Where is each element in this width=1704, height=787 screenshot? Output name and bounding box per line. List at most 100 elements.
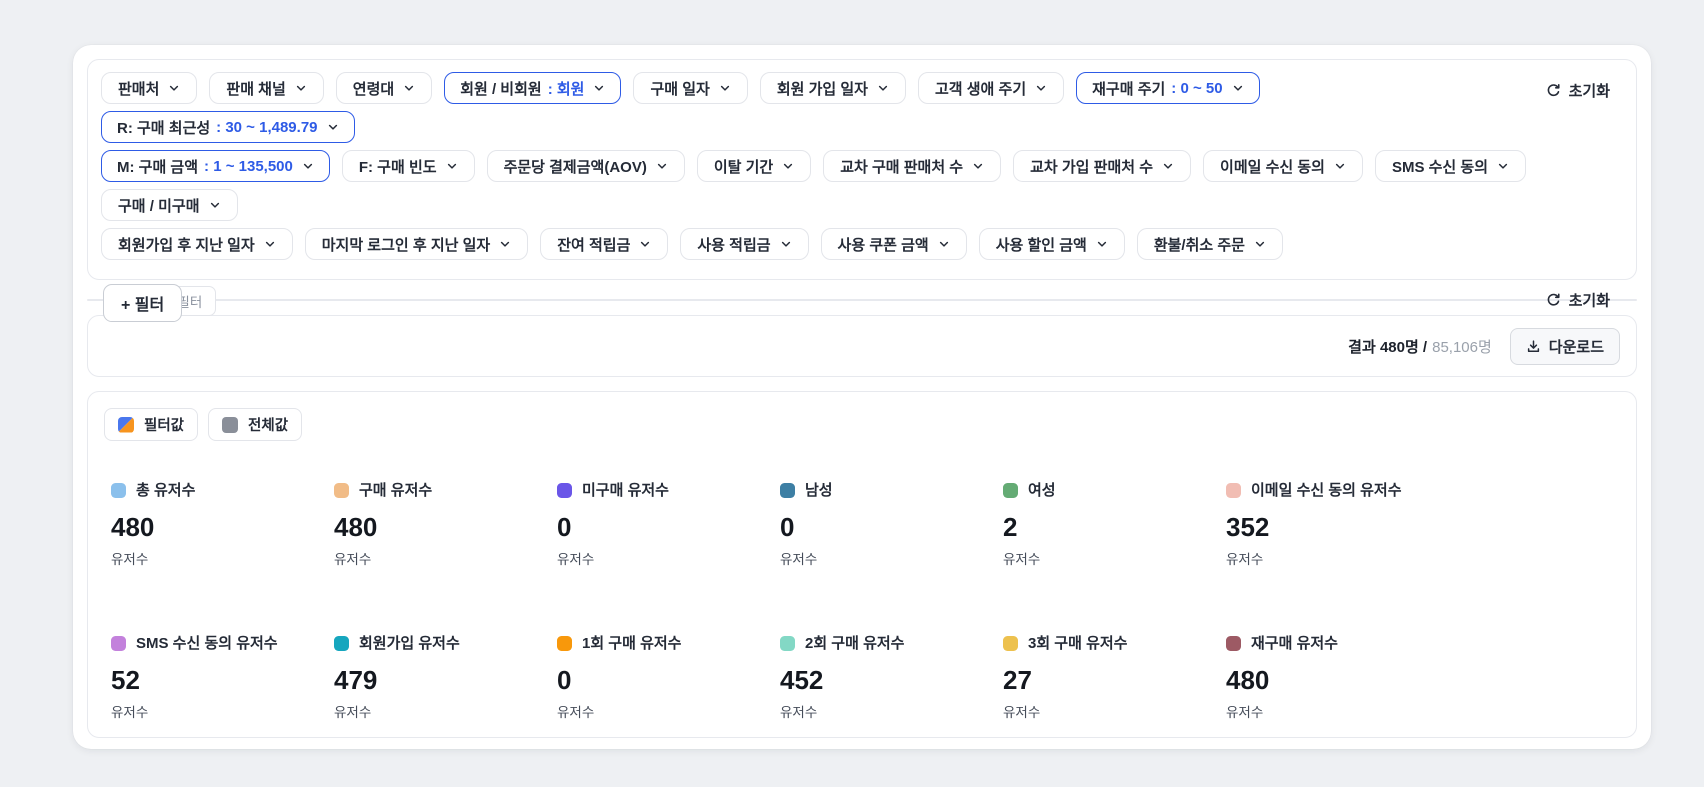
metric-value: 480 bbox=[334, 512, 378, 542]
chevron-down-icon bbox=[210, 202, 219, 208]
filter-chip-sales-channel[interactable]: 판매 채널 bbox=[209, 72, 324, 104]
filter-chip-refund-cancel-orders[interactable]: 환불/취소 주문 bbox=[1136, 228, 1283, 260]
metric-card-repurchase-users: 재구매 유저수 480 유저수 bbox=[1226, 634, 1620, 721]
reset-label: 초기화 bbox=[1568, 292, 1610, 310]
filter-chip-label: 재구매 주기 bbox=[1092, 80, 1166, 98]
legend-total-value-button[interactable]: 전체값 bbox=[208, 408, 303, 441]
filter-row-1: 판매처 판매 채널 연령대 회원 / 비회원 : 회원 구매 일자 회원 가입 … bbox=[101, 72, 1623, 143]
add-filter-button[interactable]: + 필터 bbox=[103, 284, 183, 323]
filter-chip-cross-purchase-sellers[interactable]: 교차 구매 판매처 수 bbox=[823, 150, 1002, 182]
main-card: 판매처 판매 채널 연령대 회원 / 비회원 : 회원 구매 일자 회원 가입 … bbox=[73, 45, 1651, 749]
filter-chip-aov[interactable]: 주문당 결제금액(AOV) bbox=[486, 150, 685, 182]
chevron-down-icon bbox=[328, 124, 337, 130]
metric-dot bbox=[780, 636, 795, 651]
metric-sublabel: 유저수 bbox=[1003, 705, 1041, 720]
metric-sublabel: 유저수 bbox=[1003, 552, 1041, 567]
filter-chip-used-points[interactable]: 사용 적립금 bbox=[680, 228, 809, 260]
chevron-down-icon bbox=[1163, 163, 1173, 169]
metric-value: 352 bbox=[1226, 512, 1270, 542]
metric-value: 480 bbox=[1226, 665, 1270, 695]
filter-chip-label: F: 구매 빈도 bbox=[358, 158, 437, 176]
legend-row: 필터값 전체값 bbox=[104, 408, 1620, 441]
filter-chip-label: 이메일 수신 동의 bbox=[1220, 158, 1325, 176]
filter-chip-label: 사용 할인 금액 bbox=[995, 236, 1087, 254]
filter-chip-frequency[interactable]: F: 구매 빈도 bbox=[341, 150, 475, 182]
metric-card-total-users: 총 유저수 480 유저수 bbox=[111, 481, 334, 568]
metric-value: 480 bbox=[111, 512, 155, 542]
segment-filter-panel: 세그먼트 필터 + 필터 초기화 bbox=[87, 284, 1637, 323]
filter-chip-sms-optin[interactable]: SMS 수신 동의 bbox=[1374, 150, 1526, 182]
download-button[interactable]: 다운로드 bbox=[1509, 327, 1620, 365]
metric-dot bbox=[1003, 636, 1018, 651]
download-label: 다운로드 bbox=[1548, 338, 1604, 356]
filter-chip-label: SMS 수신 동의 bbox=[1391, 158, 1488, 176]
filter-panel: 판매처 판매 채널 연령대 회원 / 비회원 : 회원 구매 일자 회원 가입 … bbox=[87, 59, 1637, 280]
filter-chip-remaining-points[interactable]: 잔여 적립금 bbox=[540, 228, 669, 260]
metric-card-signup-users: 회원가입 유저수 479 유저수 bbox=[334, 634, 557, 721]
filter-chip-seller[interactable]: 판매처 bbox=[101, 72, 198, 104]
filter-chip-label: 판매 채널 bbox=[226, 80, 286, 98]
filter-chip-signup-date[interactable]: 회원 가입 일자 bbox=[759, 72, 906, 104]
metric-sublabel: 유저수 bbox=[780, 552, 818, 567]
chevron-down-icon bbox=[265, 241, 274, 247]
metric-dot bbox=[111, 483, 126, 498]
metric-card-purchased-users: 구매 유저수 480 유저수 bbox=[334, 481, 557, 568]
filter-chip-days-since-signup[interactable]: 회원가입 후 지난 일자 bbox=[101, 228, 293, 260]
filter-chip-recency[interactable]: R: 구매 최근성 : 30 ~ 1,489.79 bbox=[101, 111, 355, 143]
metric-card-sms-optin-users: SMS 수신 동의 유저수 52 유저수 bbox=[111, 634, 334, 721]
filters-reset-button[interactable]: 초기화 bbox=[1546, 80, 1610, 101]
filter-chip-value: : 30 ~ 1,489.79 bbox=[216, 118, 318, 136]
metric-card-non-purchased-users: 미구매 유저수 0 유저수 bbox=[557, 481, 780, 568]
metric-label: 이메일 수신 동의 유저수 bbox=[1251, 482, 1402, 499]
chevron-down-icon bbox=[595, 85, 604, 91]
metric-card-two-time-buyers: 2회 구매 유저수 452 유저수 bbox=[780, 634, 1003, 721]
metric-dot bbox=[557, 483, 572, 498]
result-total: 85,106명 bbox=[1432, 338, 1492, 356]
filter-chip-label: 고객 생애 주기 bbox=[934, 80, 1027, 98]
chevron-down-icon bbox=[720, 85, 729, 91]
filter-chip-label: R: 구매 최근성 bbox=[117, 119, 211, 137]
filter-chip-days-since-last-login[interactable]: 마지막 로그인 후 지난 일자 bbox=[304, 228, 529, 260]
filter-chip-membership[interactable]: 회원 / 비회원 : 회원 bbox=[444, 72, 622, 104]
filter-chip-email-optin[interactable]: 이메일 수신 동의 bbox=[1203, 150, 1363, 182]
metric-sublabel: 유저수 bbox=[557, 705, 595, 720]
metric-label: 3회 구매 유저수 bbox=[1028, 635, 1128, 652]
filter-chip-purchase-status[interactable]: 구매 / 미구매 bbox=[101, 189, 238, 221]
metric-value: 452 bbox=[780, 665, 824, 695]
metric-label: 총 유저수 bbox=[136, 482, 196, 499]
metric-sublabel: 유저수 bbox=[1226, 552, 1264, 567]
filter-chip-repurchase-cycle[interactable]: 재구매 주기 : 0 ~ 50 bbox=[1076, 72, 1260, 104]
legend-filter-value-button[interactable]: 필터값 bbox=[104, 408, 199, 441]
legend-label: 필터값 bbox=[144, 418, 185, 434]
filter-chip-label: 주문당 결제금액(AOV) bbox=[503, 158, 647, 176]
result-count: 결과 480명 / bbox=[1348, 338, 1428, 356]
metric-grid: 총 유저수 480 유저수 구매 유저수 480 유저수 미구매 유저수 0 유… bbox=[111, 481, 1620, 721]
filter-chip-label: M: 구매 금액 bbox=[117, 158, 199, 176]
filter-chip-used-discount-amount[interactable]: 사용 할인 금액 bbox=[978, 228, 1125, 260]
metric-card-female: 여성 2 유저수 bbox=[1003, 481, 1226, 568]
filter-chip-monetary[interactable]: M: 구매 금액 : 1 ~ 135,500 bbox=[101, 150, 330, 182]
metric-label: 구매 유저수 bbox=[359, 482, 433, 499]
refresh-icon bbox=[1547, 83, 1560, 97]
metric-sublabel: 유저수 bbox=[780, 705, 818, 720]
filter-chip-purchase-date[interactable]: 구매 일자 bbox=[633, 72, 748, 104]
metric-label: 미구매 유저수 bbox=[582, 482, 669, 499]
filter-chip-cross-signup-sellers[interactable]: 교차 가입 판매처 수 bbox=[1013, 150, 1192, 182]
filter-chip-label: 사용 적립금 bbox=[697, 236, 771, 254]
filter-chip-churn-period[interactable]: 이탈 기간 bbox=[696, 150, 812, 182]
filter-chip-used-coupon-amount[interactable]: 사용 쿠폰 금액 bbox=[820, 228, 967, 260]
metric-dot bbox=[334, 636, 349, 651]
legend-label: 전체값 bbox=[248, 418, 289, 434]
metric-value: 0 bbox=[780, 512, 795, 542]
results-bar: 결과 480명 /85,106명 다운로드 bbox=[87, 315, 1637, 377]
chevron-down-icon bbox=[303, 163, 312, 169]
metric-dot bbox=[1226, 636, 1241, 651]
result-count-text: 결과 480명 /85,106명 bbox=[1348, 336, 1492, 357]
filter-chip-age-group[interactable]: 연령대 bbox=[335, 72, 433, 104]
chevron-down-icon bbox=[784, 163, 793, 169]
filter-chip-customer-lifecycle[interactable]: 고객 생애 주기 bbox=[917, 72, 1065, 104]
metric-sublabel: 유저수 bbox=[557, 552, 595, 567]
segment-reset-button[interactable]: 초기화 bbox=[1546, 290, 1610, 311]
metric-dot bbox=[334, 483, 349, 498]
metric-label: SMS 수신 동의 유저수 bbox=[136, 635, 278, 652]
